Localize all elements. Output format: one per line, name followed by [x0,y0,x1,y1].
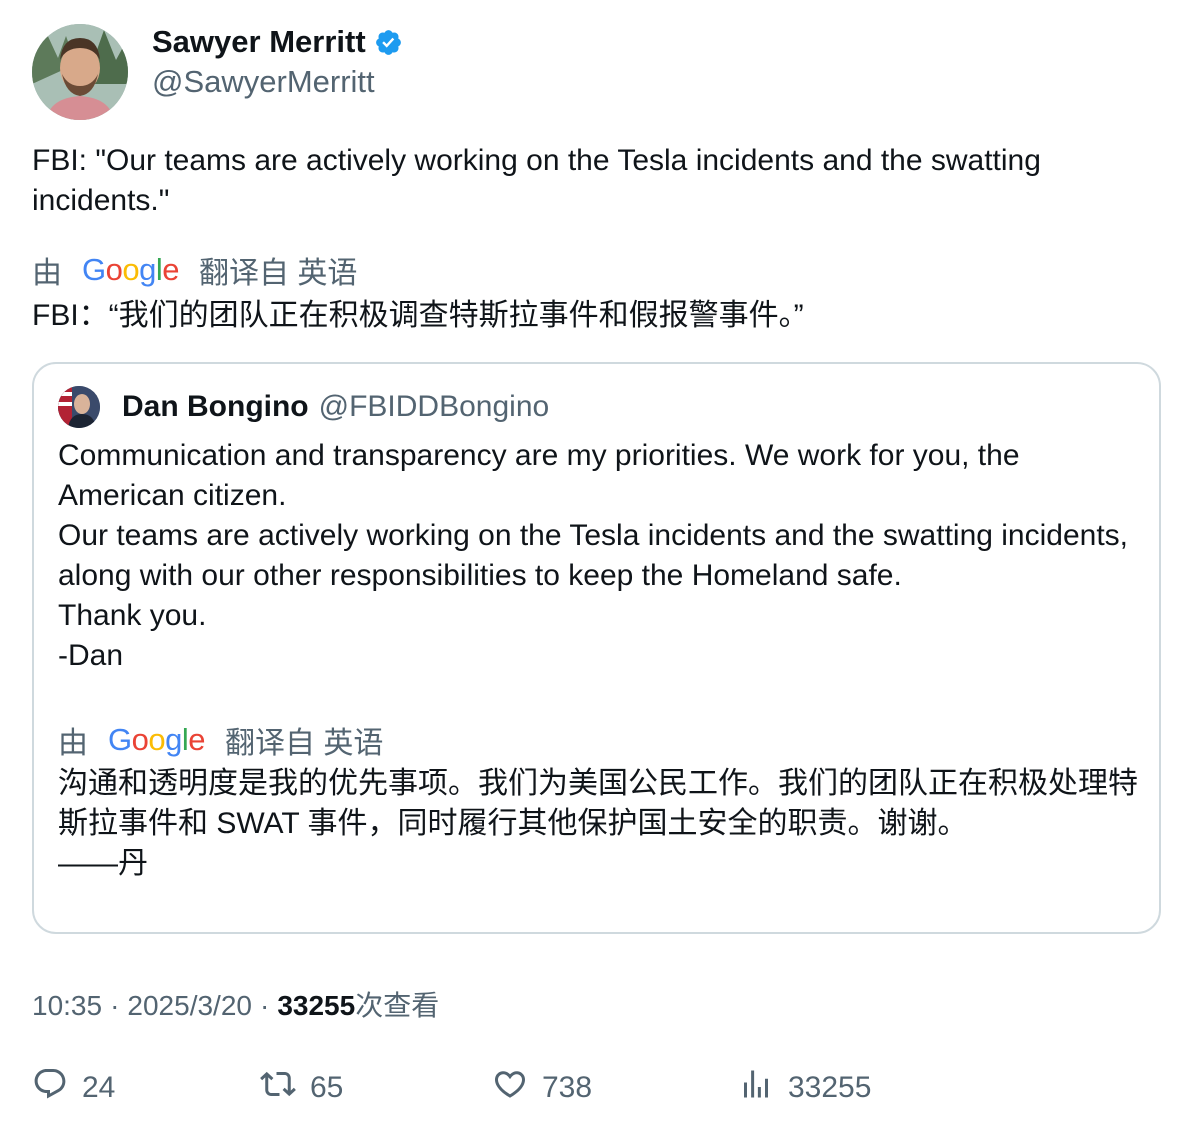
quoted-translate-prefix: 由 [58,727,88,760]
author-name[interactable]: Sawyer Merritt [152,24,366,60]
like-button[interactable]: 738 [492,1066,592,1110]
heart-icon [492,1066,542,1110]
views-button[interactable]: 33255 [738,1066,871,1110]
translation-attribution: 由 Google 翻译自 英语 [32,248,357,292]
quoted-google-logo: Google [108,722,206,757]
tweet-time[interactable]: 10:35 [32,990,102,1022]
views-count: 33255 [277,990,356,1021]
tweet-translated-text: FBI：“我们的团队正在积极调查特斯拉事件和假报警事件。” [32,299,804,332]
repost-icon [260,1066,310,1110]
views-label: 次查看 [355,990,440,1021]
quoted-author-name: Dan Bongino [122,390,309,423]
quoted-author-handle: @FBIDDBongino [318,390,550,423]
quoted-tweet-text: Communication and transparency are my pr… [58,439,1129,672]
author-handle[interactable]: @SawyerMerritt [152,62,403,102]
like-count: 738 [542,1071,593,1104]
tweet-text: FBI: "Our teams are actively working on … [32,144,1050,217]
reply-count: 24 [82,1071,116,1104]
author-name-row[interactable]: Sawyer Merritt [152,24,403,60]
translate-suffix: 翻译自 英语 [199,257,358,290]
repost-button[interactable]: 65 [260,1066,343,1110]
repost-count: 65 [310,1071,344,1104]
translate-prefix: 由 [32,257,62,290]
meta-separator: · [259,990,270,1021]
quoted-tweet[interactable]: Dan Bongino @FBIDDBongino Communication … [32,362,1161,934]
tweet-header: Sawyer Merritt @SawyerMerritt [32,24,403,120]
quoted-tweet-header: Dan Bongino @FBIDDBongino [58,386,549,428]
views-chart-icon [738,1066,788,1110]
action-bar: 24 65 738 33255 [32,1066,1132,1116]
tweet-metadata: 10:35 · 2025/3/20 · 33255 次查看 [32,984,439,1024]
quoted-translate-suffix: 翻译自 英语 [225,727,384,760]
quoted-translation-attribution: 由 Google 翻译自 英语 [58,718,383,762]
views-action-count: 33255 [788,1071,872,1104]
author-avatar[interactable] [32,24,128,120]
verified-badge-icon [374,28,403,57]
meta-separator: · [110,990,120,1021]
google-logo: Google [82,252,180,287]
reply-icon [32,1066,82,1110]
reply-button[interactable]: 24 [32,1066,115,1110]
quoted-translated-text: 沟通和透明度是我的优先事项。我们为美国公民工作。我们的团队正在积极处理特斯拉事件… [58,767,1138,880]
tweet-date[interactable]: 2025/3/20 [127,990,252,1022]
quoted-author-avatar [58,386,100,428]
author-avatar-image [32,24,128,120]
